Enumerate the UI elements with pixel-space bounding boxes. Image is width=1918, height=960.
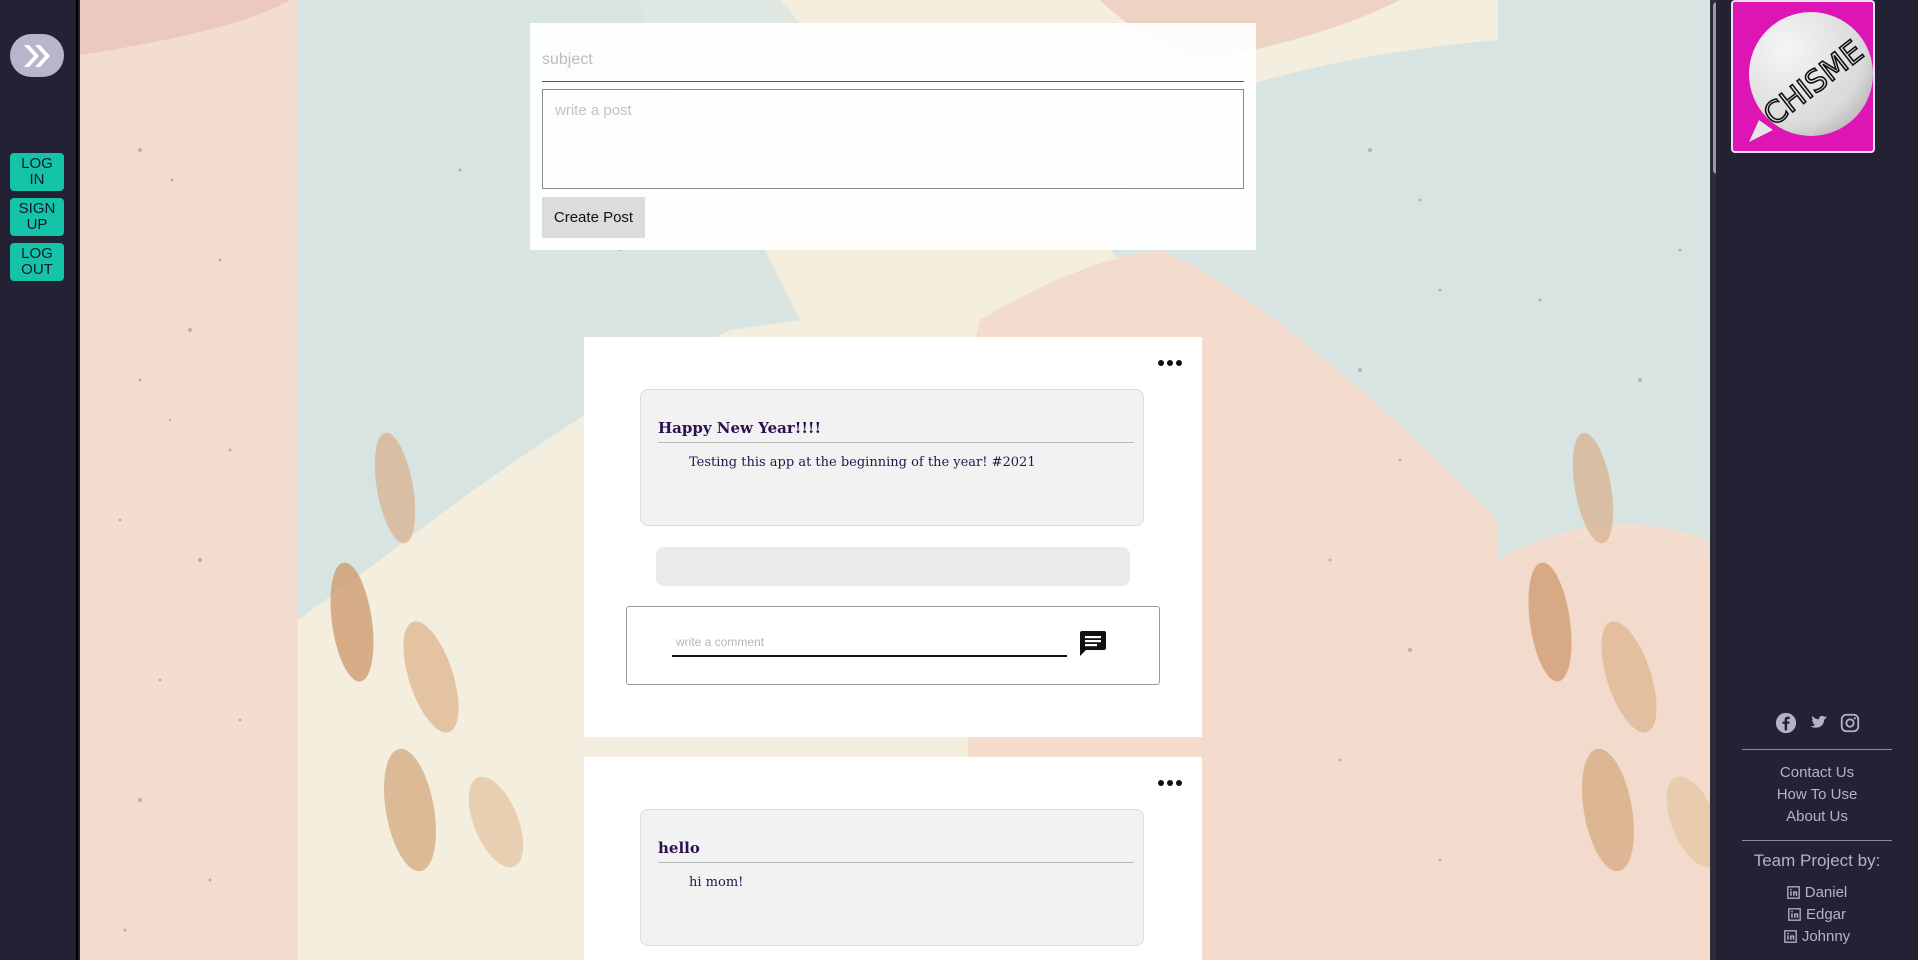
post-options-icon[interactable] [1158,777,1182,789]
expand-sidebar-button[interactable] [10,34,64,77]
team-member-name: Johnny [1801,928,1851,945]
linkedin-icon [1783,930,1797,943]
post-card: hello hi mom! [584,757,1202,960]
signup-label-line-1: SIGN [18,200,56,217]
comment-submit-button[interactable] [1077,629,1107,657]
right-sidebar: CHISME Contact Us How To Use About Us Te… [1716,0,1918,960]
create-post-button[interactable]: Create Post [542,197,645,238]
comments-list [656,547,1130,586]
team-member-edgar-link[interactable]: Edgar [1716,906,1918,923]
signup-button[interactable]: SIGN UP [10,198,64,236]
twitter-icon[interactable] [1807,712,1829,734]
post-text: hi mom! [689,875,744,890]
team-member-name: Daniel [1804,884,1848,901]
social-links [1741,712,1895,734]
post-title: Happy New Year!!!! [658,419,1134,443]
post-body-textarea[interactable] [542,89,1244,189]
comment-form [626,606,1160,685]
post-options-icon[interactable] [1158,357,1182,369]
sidebar-divider [1742,840,1892,841]
linkedin-icon [1786,886,1800,899]
instagram-icon[interactable] [1839,712,1861,734]
post-content: hello hi mom! [640,809,1144,946]
linkedin-icon [1788,908,1801,921]
comment-icon [1080,631,1106,656]
double-chevron-right-icon [24,44,50,67]
create-post-form: Create Post [530,23,1256,250]
post-text: Testing this app at the beginning of the… [689,455,1036,470]
facebook-icon[interactable] [1775,712,1797,734]
how-to-use-link[interactable]: How To Use [1716,786,1918,803]
sidebar-divider [1742,749,1892,750]
team-member-daniel-link[interactable]: Daniel [1716,884,1918,901]
login-button[interactable]: LOG IN [10,153,64,191]
subject-input[interactable] [542,39,1244,82]
chisme-logo: CHISME [1731,0,1875,153]
team-heading: Team Project by: [1753,851,1881,870]
logout-label-line-2: OUT [21,261,53,278]
left-nav-rail: LOG IN SIGN UP LOG OUT [0,0,78,960]
login-label-line-2: IN [29,171,45,188]
post-card: Happy New Year!!!! Testing this app at t… [584,337,1202,737]
logout-button[interactable]: LOG OUT [10,243,64,281]
comment-input[interactable] [672,629,1067,657]
login-label-line-1: LOG [21,155,53,172]
team-member-johnny-link[interactable]: Johnny [1716,928,1918,945]
logout-label-line-1: LOG [21,245,53,262]
post-content: Happy New Year!!!! Testing this app at t… [640,389,1144,526]
post-title: hello [658,839,1134,863]
about-us-link[interactable]: About Us [1716,808,1918,825]
signup-label-line-2: UP [26,216,48,233]
contact-us-link[interactable]: Contact Us [1716,764,1918,781]
team-member-name: Edgar [1805,906,1847,923]
